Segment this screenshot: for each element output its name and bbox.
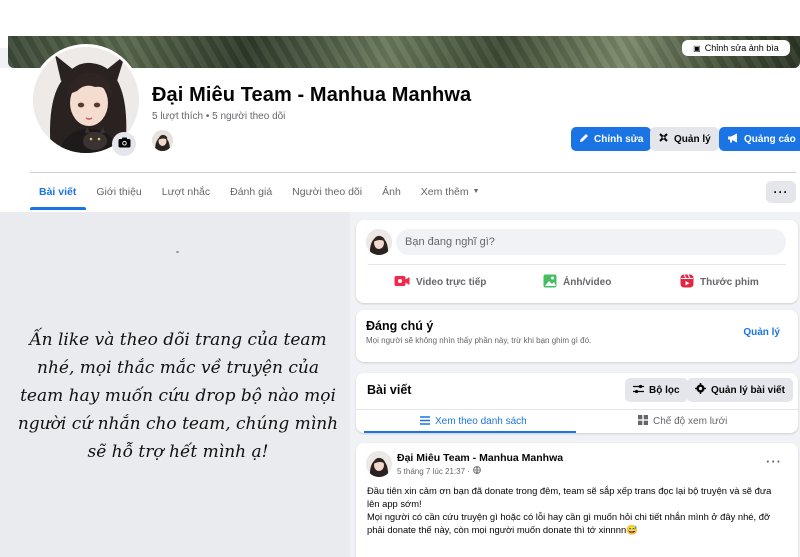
gear-icon xyxy=(695,383,706,397)
advertise-label: Quảng cáo xyxy=(744,133,796,145)
promo-message: Ấn like và theo dõi trang của team nhé, … xyxy=(14,326,342,466)
post-meta: 5 tháng 7 lúc 21:37 · xyxy=(397,466,481,476)
list-view-label: Xem theo danh sách xyxy=(435,416,527,427)
edit-page-label: Chỉnh sửa xyxy=(594,133,644,145)
edit-cover-label: Chỉnh sửa ảnh bìa xyxy=(704,43,779,53)
post-author-avatar[interactable] xyxy=(366,451,392,477)
globe-icon xyxy=(473,466,481,476)
more-dots-icon: ··· xyxy=(766,454,782,469)
page-stats[interactable]: 5 lượt thích • 5 người theo dõi xyxy=(152,111,285,122)
page-title: Đại Miêu Team - Manhua Manhwa xyxy=(152,84,472,106)
post-body-line: Mọi người có cần cứu truyện gì hoặc có l… xyxy=(367,511,771,522)
gear-icon xyxy=(658,132,669,146)
promo-line: sẽ hỗ trợ hết mình ạ! xyxy=(87,442,269,462)
follower-avatar[interactable] xyxy=(152,130,173,151)
photo-video-button[interactable]: Ảnh/video xyxy=(543,273,611,291)
tab-more[interactable]: Xem thêm ▼ xyxy=(411,173,490,210)
post-body-line: Đầu tiên xin cảm ơn bạn đã donate trong … xyxy=(367,485,772,496)
chevron-down-icon: ▼ xyxy=(472,188,480,195)
grid-view-tab[interactable]: Chế độ xem lưới xyxy=(638,410,727,433)
featured-subtitle: Mọi người sẽ không nhìn thấy phần này, t… xyxy=(366,336,592,345)
composer-input[interactable]: Bạn đang nghĩ gì? xyxy=(396,229,786,255)
tab-posts[interactable]: Bài viết xyxy=(30,173,87,210)
page-tabs: Bài viết Giới thiệu Lượt nhắc Đánh giá N… xyxy=(30,173,490,210)
post-author-name[interactable]: Đại Miêu Team - Manhua Manhwa xyxy=(397,452,563,464)
edit-cover-button[interactable]: ▣ Chỉnh sửa ảnh bìa xyxy=(682,40,790,56)
featured-section: Đáng chú ý Mọi người sẽ không nhìn thấy … xyxy=(356,310,798,362)
composer-avatar[interactable] xyxy=(366,229,392,255)
promo-line: Ấn like và theo dõi trang của team xyxy=(29,330,327,350)
live-video-icon xyxy=(394,275,410,290)
photo-video-label: Ảnh/video xyxy=(563,276,612,288)
post-body: Đầu tiên xin cảm ơn bạn đã donate trong … xyxy=(367,484,792,536)
posts-section: Bài viết Bộ lọc Quản lý bài viết Xem the… xyxy=(356,373,798,433)
camera-icon: ▣ xyxy=(693,43,701,53)
reel-button[interactable]: Thước phim xyxy=(680,273,759,291)
manage-page-button[interactable]: Quản lý xyxy=(650,127,719,151)
photo-icon xyxy=(543,274,557,291)
tab-photos[interactable]: Ảnh xyxy=(372,173,411,210)
manage-posts-button[interactable]: Quản lý bài viết xyxy=(687,378,793,402)
view-mode-tabs: Xem theo danh sách Chế độ xem lưới xyxy=(356,409,798,433)
page-more-options-button[interactable]: ··· xyxy=(766,181,796,203)
filter-icon xyxy=(633,384,644,397)
tab-about[interactable]: Giới thiệu xyxy=(86,173,151,210)
live-video-button[interactable]: Video trực tiếp xyxy=(394,273,486,291)
tab-mentions[interactable]: Lượt nhắc xyxy=(152,173,220,210)
post-composer: Bạn đang nghĩ gì? Video trực tiếp Ảnh/vi… xyxy=(356,220,798,303)
list-view-tab[interactable]: Xem theo danh sách xyxy=(420,410,527,433)
megaphone-icon xyxy=(727,133,739,146)
promo-line: team hay muốn cứu drop bộ nào mọi xyxy=(20,386,336,406)
composer-divider xyxy=(368,264,786,265)
featured-title: Đáng chú ý xyxy=(366,319,434,333)
post-body-line: phải donate thế này, còn mọi người muốn … xyxy=(367,524,638,535)
tab-reviews[interactable]: Đánh giá xyxy=(220,173,282,210)
advertise-button[interactable]: Quảng cáo xyxy=(719,127,800,151)
list-icon xyxy=(420,415,430,428)
decorative-dot xyxy=(176,251,179,253)
change-avatar-button[interactable] xyxy=(112,132,136,156)
tab-label: Xem thêm xyxy=(420,185,469,198)
filter-label: Bộ lọc xyxy=(649,384,680,396)
post-timestamp[interactable]: 5 tháng 7 lúc 21:37 · xyxy=(397,467,470,476)
post-item: Đại Miêu Team - Manhua Manhwa 5 tháng 7 … xyxy=(356,443,798,557)
manage-posts-label: Quản lý bài viết xyxy=(711,384,785,396)
manage-page-label: Quản lý xyxy=(674,133,711,145)
more-dots-icon: ··· xyxy=(773,185,789,199)
grid-view-label: Chế độ xem lưới xyxy=(653,416,728,427)
live-video-label: Video trực tiếp xyxy=(416,276,487,288)
post-body-line: lên app sớm! xyxy=(367,498,422,509)
promo-line: nhé, mọi thắc mắc về truyện của xyxy=(37,358,319,378)
promo-line: người cứ nhắn cho team, chúng mình xyxy=(17,414,339,434)
camera-icon xyxy=(118,135,131,153)
tab-label: Người theo dõi xyxy=(292,185,363,198)
tab-label: Giới thiệu xyxy=(96,185,142,198)
active-tab-indicator xyxy=(364,431,576,433)
featured-manage-link[interactable]: Quản lý xyxy=(743,327,780,338)
grid-icon xyxy=(638,415,648,428)
tab-label: Lượt nhắc xyxy=(161,185,211,198)
reel-icon xyxy=(680,273,694,291)
filter-button[interactable]: Bộ lọc xyxy=(625,378,688,402)
edit-page-button[interactable]: Chỉnh sửa xyxy=(571,127,652,151)
tab-followers[interactable]: Người theo dõi xyxy=(282,173,372,210)
pencil-icon xyxy=(579,133,589,146)
post-options-button[interactable]: ··· xyxy=(766,454,782,469)
reel-label: Thước phim xyxy=(700,276,759,288)
tab-label: Ảnh xyxy=(382,185,401,198)
tab-label: Bài viết xyxy=(39,185,77,198)
tab-label: Đánh giá xyxy=(230,185,273,198)
posts-title: Bài viết xyxy=(367,383,412,397)
